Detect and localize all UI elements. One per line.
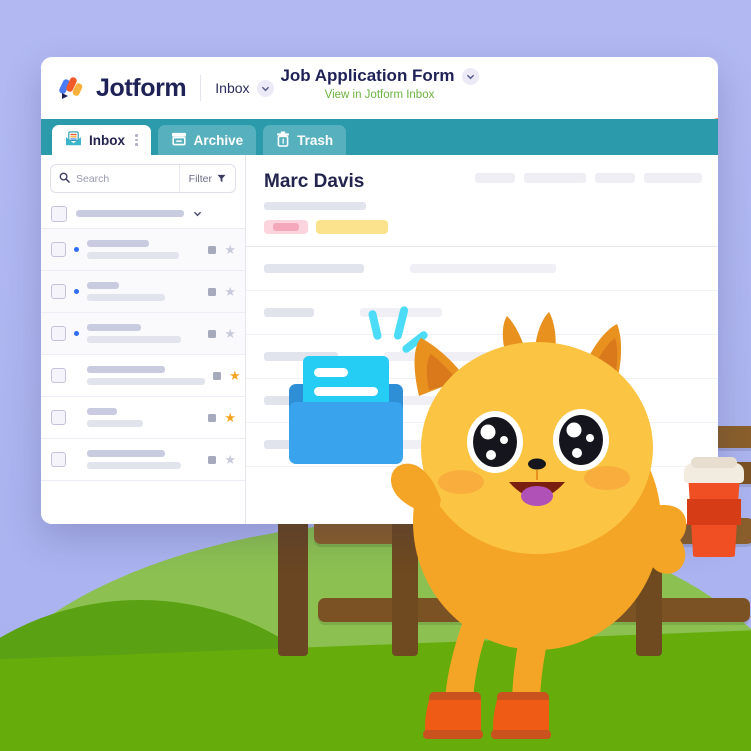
- star-icon[interactable]: ★: [229, 369, 241, 382]
- pink-tag[interactable]: [264, 220, 308, 234]
- tab-label-archive: Archive: [193, 132, 244, 148]
- attachment-icon[interactable]: [208, 245, 217, 254]
- jotform-cat-mascot-icon: [385, 300, 695, 751]
- search-icon: [59, 170, 70, 188]
- tab-archive[interactable]: Archive: [157, 125, 257, 155]
- attachment-icon[interactable]: [208, 329, 217, 338]
- list-item[interactable]: ★: [41, 439, 245, 481]
- page-title: Job Application Form: [280, 66, 455, 85]
- inbox-selector-label: Inbox: [215, 80, 250, 96]
- search-box: Search Filter: [50, 164, 236, 193]
- search-row: Search Filter: [41, 155, 245, 199]
- divider: [200, 75, 202, 101]
- row-title-placeholder: [87, 408, 117, 415]
- unread-dot: [74, 289, 79, 294]
- row-title-placeholder: [87, 282, 119, 289]
- row-subtitle-placeholder: [87, 336, 181, 343]
- detail-header: Marc Davis: [246, 155, 718, 247]
- row-checkbox[interactable]: [51, 410, 66, 425]
- header-chip: [644, 173, 702, 183]
- list-item[interactable]: ★: [41, 271, 245, 313]
- header-chip: [524, 173, 586, 183]
- row-subtitle-placeholder: [87, 252, 179, 259]
- chevron-down-icon: [256, 79, 274, 97]
- row-checkbox[interactable]: [51, 452, 66, 467]
- row-placeholders: [87, 408, 200, 427]
- tab-label-trash: Trash: [297, 132, 334, 148]
- row-subtitle-placeholder: [87, 462, 181, 469]
- row-placeholders: [87, 240, 200, 259]
- jotform-logo-icon: [59, 74, 87, 102]
- row-placeholders: [87, 324, 200, 343]
- select-all-placeholder: [76, 210, 184, 217]
- submission-rows: ★ ★ ★ ★ ★ ★: [41, 229, 245, 481]
- header-chip: [475, 173, 515, 183]
- list-item[interactable]: ★: [41, 229, 245, 271]
- row-checkbox[interactable]: [51, 326, 66, 341]
- list-item[interactable]: ★: [41, 313, 245, 355]
- row-title-placeholder: [87, 324, 141, 331]
- search-input[interactable]: Search: [51, 170, 179, 188]
- submitter-meta-placeholder: [264, 202, 366, 210]
- row-checkbox[interactable]: [51, 242, 66, 257]
- chevron-down-icon[interactable]: [461, 67, 479, 85]
- unread-dot: [74, 331, 79, 336]
- kebab-menu-icon[interactable]: [135, 134, 138, 146]
- row-placeholders: [87, 282, 200, 301]
- tab-inbox[interactable]: Inbox: [52, 125, 151, 155]
- row-title-placeholder: [87, 450, 165, 457]
- trash-can-icon: [276, 131, 290, 150]
- archive-box-icon: [171, 131, 187, 149]
- row-subtitle-placeholder: [87, 294, 165, 301]
- yellow-tag[interactable]: [316, 220, 388, 234]
- row-placeholders: [87, 366, 205, 385]
- detail-row: [246, 247, 718, 291]
- header-chips: [475, 173, 702, 183]
- unread-dot: [74, 247, 79, 252]
- row-checkbox[interactable]: [51, 368, 66, 383]
- coffee-cup-icon: [684, 455, 744, 565]
- row-title-placeholder: [87, 366, 165, 373]
- row-subtitle-placeholder: [87, 420, 143, 427]
- tab-label-inbox: Inbox: [89, 132, 125, 148]
- filter-button[interactable]: Filter: [178, 165, 235, 192]
- inbox-envelope-icon: [65, 131, 82, 149]
- tab-bar: Inbox Archive Trash: [41, 119, 718, 155]
- detail-label-placeholder: [264, 308, 314, 317]
- attachment-icon[interactable]: [208, 413, 217, 422]
- scene: Jotform Inbox Job Application Form View …: [0, 0, 751, 751]
- list-item[interactable]: ★: [41, 397, 245, 439]
- tag-row: [264, 220, 700, 234]
- select-all-row[interactable]: [41, 199, 245, 229]
- filter-label: Filter: [188, 172, 212, 185]
- attachment-icon[interactable]: [213, 371, 221, 380]
- submission-list-pane: Search Filter ★ ★ ★ ★ ★ ★: [41, 155, 246, 524]
- brand-logo[interactable]: Jotform: [41, 73, 187, 103]
- star-icon[interactable]: ★: [224, 243, 236, 256]
- detail-value-placeholder: [410, 264, 556, 273]
- row-checkbox[interactable]: [51, 284, 66, 299]
- detail-label-placeholder: [264, 264, 364, 273]
- row-title-placeholder: [87, 240, 149, 247]
- brand-name: Jotform: [96, 73, 187, 102]
- select-all-checkbox[interactable]: [51, 205, 67, 222]
- chevron-down-icon[interactable]: [193, 205, 202, 223]
- row-subtitle-placeholder: [87, 378, 205, 385]
- search-placeholder: Search: [76, 172, 110, 185]
- star-icon[interactable]: ★: [224, 327, 236, 340]
- inbox-selector[interactable]: Inbox: [215, 79, 274, 97]
- row-placeholders: [87, 450, 200, 469]
- star-icon[interactable]: ★: [224, 285, 236, 298]
- header-chip: [595, 173, 635, 183]
- star-icon[interactable]: ★: [224, 411, 236, 424]
- top-bar: Jotform Inbox Job Application Form View …: [41, 57, 718, 171]
- attachment-icon[interactable]: [208, 455, 217, 464]
- list-item[interactable]: ★: [41, 355, 245, 397]
- tab-trash[interactable]: Trash: [263, 125, 347, 155]
- star-icon[interactable]: ★: [224, 453, 236, 466]
- form-title-row[interactable]: Job Application Form: [280, 66, 479, 86]
- attachment-icon[interactable]: [208, 287, 217, 296]
- funnel-icon: [217, 170, 226, 188]
